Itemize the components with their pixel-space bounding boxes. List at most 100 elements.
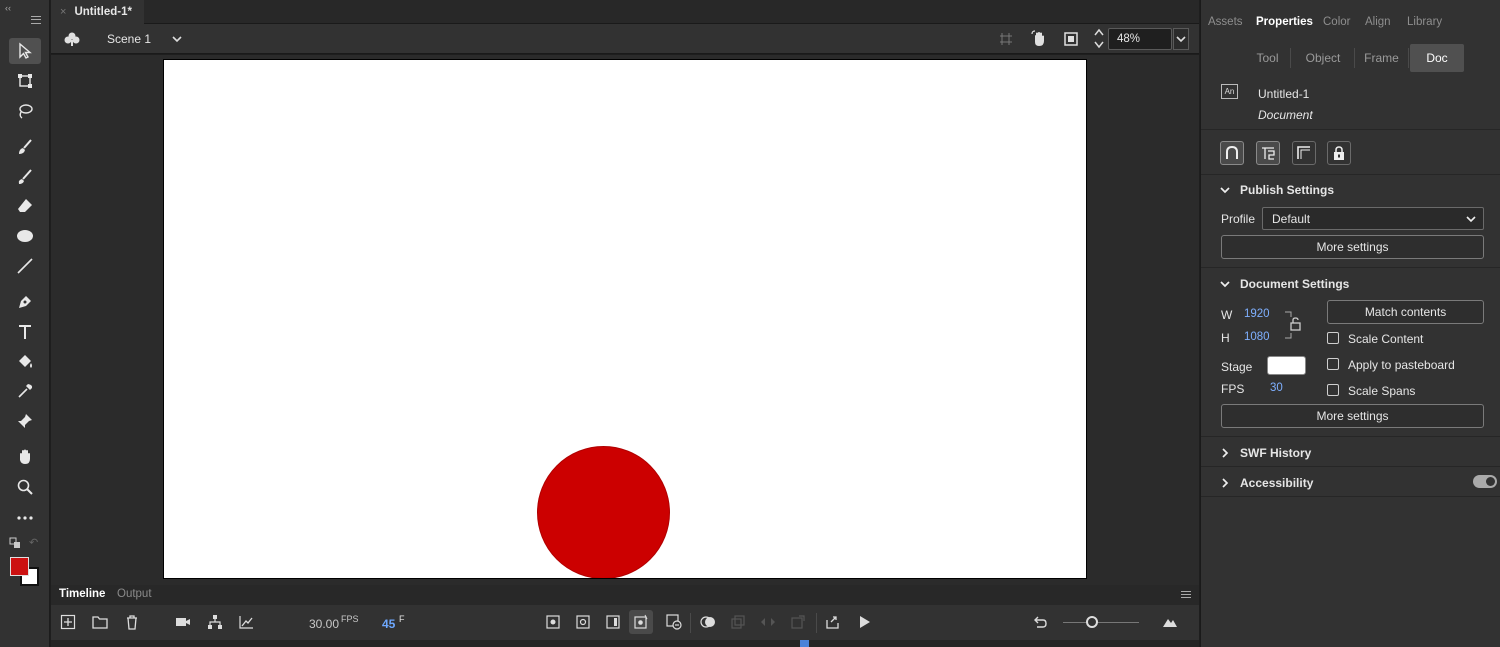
profile-select[interactable]: Default bbox=[1262, 207, 1484, 230]
snap-to-pixels-icon[interactable] bbox=[1256, 141, 1280, 165]
free-transform-tool-icon[interactable] bbox=[9, 68, 41, 94]
document-tab[interactable]: × Untitled-1* bbox=[51, 0, 144, 24]
width-value[interactable]: 1920 bbox=[1244, 308, 1270, 320]
zoom-input[interactable]: 48% bbox=[1108, 28, 1172, 50]
snap-to-objects-icon[interactable] bbox=[1220, 141, 1244, 165]
swf-history-header[interactable]: SWF History bbox=[1201, 438, 1500, 468]
scale-content-checkbox[interactable] bbox=[1327, 332, 1339, 344]
chevron-down-icon bbox=[1466, 216, 1476, 223]
selection-tool-icon[interactable] bbox=[9, 38, 41, 64]
publish-more-settings-button[interactable]: More settings bbox=[1221, 235, 1484, 259]
accessibility-toggle[interactable] bbox=[1473, 475, 1497, 488]
scale-spans-checkbox[interactable] bbox=[1327, 384, 1339, 396]
link-dimensions-icon[interactable] bbox=[1284, 309, 1304, 341]
timeline-zoom-track[interactable] bbox=[1063, 622, 1139, 623]
onion-skin-icon[interactable] bbox=[699, 613, 717, 631]
stage[interactable] bbox=[163, 59, 1087, 579]
snap-to-guides-icon[interactable] bbox=[1292, 141, 1316, 165]
text-tool-icon[interactable] bbox=[9, 319, 41, 345]
separator bbox=[1408, 48, 1409, 68]
tween-icon bbox=[759, 613, 777, 631]
default-colors-icon[interactable] bbox=[9, 537, 21, 549]
tools-header: ‹‹ bbox=[0, 0, 49, 32]
document-settings-header[interactable]: Document Settings bbox=[1201, 269, 1500, 299]
subtab-tool[interactable]: Tool bbox=[1251, 44, 1284, 72]
document-fps-value[interactable]: 30 bbox=[1270, 382, 1283, 394]
fit-frames-icon[interactable] bbox=[1161, 613, 1179, 631]
graph-icon[interactable] bbox=[237, 613, 255, 631]
swap-colors-icon[interactable]: ↶ bbox=[29, 536, 38, 549]
tab-color[interactable]: Color bbox=[1323, 16, 1350, 28]
edit-multiple-frames-icon bbox=[729, 613, 747, 631]
clip-content-icon[interactable] bbox=[1062, 30, 1080, 48]
stage-color-swatch[interactable] bbox=[1267, 356, 1306, 375]
more-tools-icon[interactable] bbox=[9, 505, 41, 531]
zoom-tool-icon[interactable] bbox=[9, 474, 41, 500]
tab-properties[interactable]: Properties bbox=[1256, 16, 1313, 28]
insert-frame-icon[interactable] bbox=[604, 613, 622, 631]
collapse-icon[interactable]: ‹‹ bbox=[5, 3, 11, 13]
auto-keyframe-icon[interactable] bbox=[629, 610, 653, 634]
oval-tool-icon[interactable] bbox=[9, 223, 41, 249]
loop-playback-icon[interactable] bbox=[824, 613, 842, 631]
hand-tool-icon[interactable] bbox=[9, 444, 41, 470]
scale-content-label: Scale Content bbox=[1348, 332, 1424, 346]
play-icon[interactable] bbox=[855, 613, 873, 631]
tools-menu-icon[interactable] bbox=[31, 16, 41, 24]
eyedropper-tool-icon[interactable] bbox=[9, 378, 41, 404]
insert-keyframe-icon[interactable] bbox=[544, 613, 562, 631]
chevron-down-icon bbox=[1176, 36, 1186, 43]
new-layer-icon[interactable] bbox=[59, 613, 77, 631]
playhead[interactable] bbox=[800, 640, 809, 647]
tab-align[interactable]: Align bbox=[1365, 16, 1391, 28]
rotate-hand-icon[interactable] bbox=[1030, 30, 1048, 48]
timeline-zoom-handle[interactable] bbox=[1086, 616, 1098, 628]
snap-grid-icon[interactable] bbox=[997, 30, 1015, 48]
pin-tool-icon[interactable] bbox=[9, 408, 41, 434]
lasso-tool-icon[interactable] bbox=[9, 98, 41, 124]
divider bbox=[1201, 267, 1500, 268]
tab-library[interactable]: Library bbox=[1407, 16, 1442, 28]
subtab-object[interactable]: Object bbox=[1297, 44, 1349, 72]
timeline-ruler[interactable] bbox=[51, 640, 1199, 647]
paint-bucket-tool-icon[interactable] bbox=[9, 349, 41, 375]
document-more-settings-button[interactable]: More settings bbox=[1221, 404, 1484, 428]
tab-assets[interactable]: Assets bbox=[1208, 16, 1243, 28]
fill-color-swatch[interactable] bbox=[10, 557, 29, 576]
insert-blank-keyframe-icon[interactable] bbox=[574, 613, 592, 631]
zoom-stepper-icon[interactable] bbox=[1093, 26, 1105, 52]
close-tab-icon[interactable]: × bbox=[60, 6, 66, 18]
separator bbox=[690, 613, 691, 633]
timeline-menu-icon[interactable] bbox=[1181, 591, 1191, 598]
eraser-tool-icon[interactable] bbox=[9, 193, 41, 219]
new-folder-icon[interactable] bbox=[91, 613, 109, 631]
frame-label: F bbox=[399, 614, 405, 624]
lock-guides-icon[interactable] bbox=[1327, 141, 1351, 165]
height-value[interactable]: 1080 bbox=[1244, 331, 1270, 343]
subtab-doc[interactable]: Doc bbox=[1410, 44, 1464, 72]
clear-keyframe-icon[interactable] bbox=[665, 613, 683, 631]
pasteboard[interactable] bbox=[51, 55, 1199, 586]
paint-brush-tool-icon[interactable] bbox=[9, 164, 41, 190]
scene-name: Scene 1 bbox=[107, 32, 152, 46]
match-contents-button[interactable]: Match contents bbox=[1327, 300, 1484, 324]
zoom-dropdown[interactable] bbox=[1173, 28, 1189, 50]
camera-icon[interactable] bbox=[174, 613, 192, 631]
pen-tool-icon[interactable] bbox=[9, 289, 41, 315]
fluid-brush-tool-icon[interactable] bbox=[9, 134, 41, 160]
chevron-down-icon[interactable] bbox=[171, 33, 183, 45]
layer-parenting-icon[interactable] bbox=[206, 613, 224, 631]
subtab-frame[interactable]: Frame bbox=[1359, 44, 1404, 72]
current-frame-value[interactable]: 45 bbox=[382, 617, 395, 631]
publish-settings-title: Publish Settings bbox=[1240, 183, 1335, 197]
line-tool-icon[interactable] bbox=[9, 253, 41, 279]
fps-value[interactable]: 30.00 bbox=[309, 617, 339, 631]
apply-to-pasteboard-checkbox[interactable] bbox=[1327, 358, 1339, 370]
tab-output[interactable]: Output bbox=[117, 588, 152, 600]
delete-layer-icon[interactable] bbox=[123, 613, 141, 631]
accessibility-header[interactable]: Accessibility bbox=[1201, 468, 1500, 498]
undo-timeline-icon[interactable] bbox=[1031, 613, 1049, 631]
red-ball-shape[interactable] bbox=[537, 446, 670, 578]
publish-settings-header[interactable]: Publish Settings bbox=[1201, 175, 1500, 205]
tab-timeline[interactable]: Timeline bbox=[59, 588, 105, 600]
